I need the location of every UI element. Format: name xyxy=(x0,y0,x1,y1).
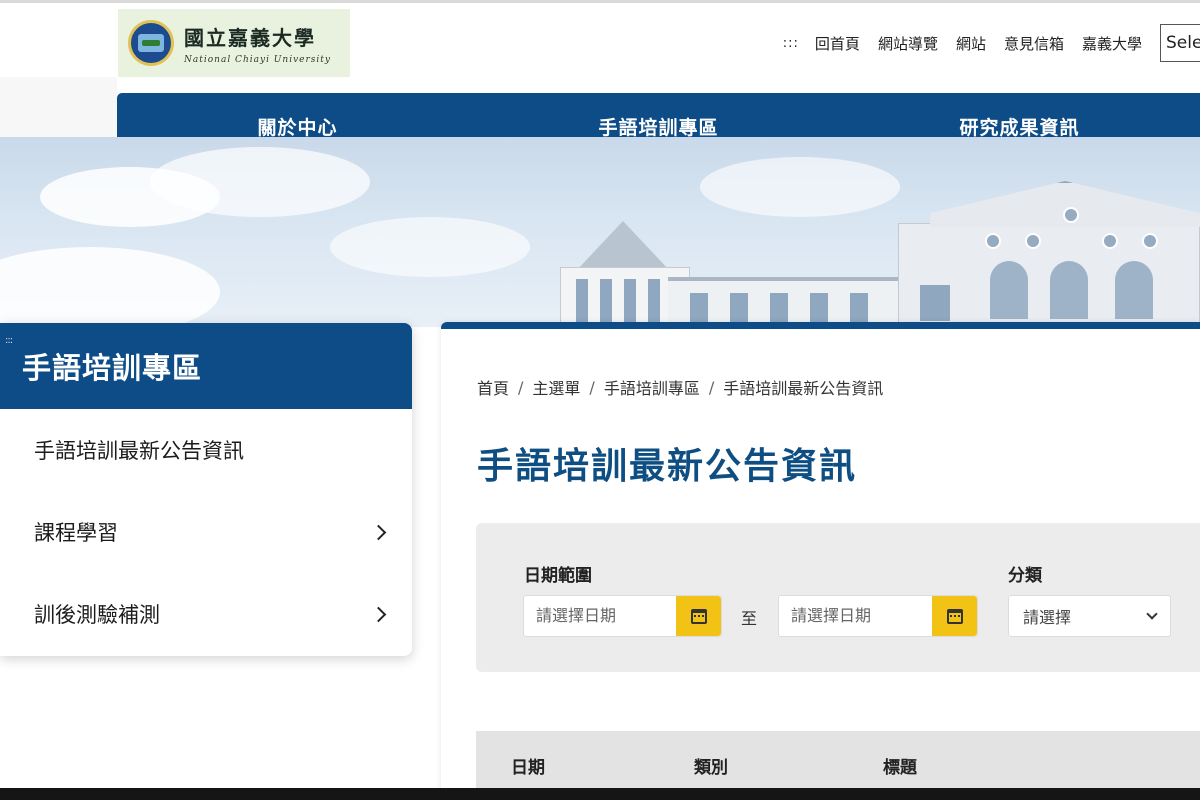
language-select[interactable]: Sele xyxy=(1160,24,1200,62)
breadcrumb: 首頁 / 主選單 / 手語培訓專區 / 手語培訓最新公告資訊 xyxy=(477,375,883,399)
top-border xyxy=(0,0,1200,3)
sidebar-item-course-learning[interactable]: 課程學習 xyxy=(0,491,412,573)
bottom-bar xyxy=(0,788,1200,800)
sidebar-item-post-training-retest[interactable]: 訓後測驗補測 xyxy=(0,573,412,655)
main-content: 首頁 / 主選單 / 手語培訓專區 / 手語培訓最新公告資訊 手語培訓最新公告資… xyxy=(441,322,1200,800)
filter-panel: 日期範圍 請選擇日期 至 請選擇日期 分類 請選擇 xyxy=(476,523,1200,672)
column-header-date: 日期 xyxy=(511,758,545,778)
sidebar-item-label: 手語培訓最新公告資訊 xyxy=(34,439,244,463)
breadcrumb-current: 手語培訓最新公告資訊 xyxy=(723,379,884,398)
page-title: 手語培訓最新公告資訊 xyxy=(477,446,858,487)
campus-banner-image xyxy=(0,137,1200,327)
header-left-strip xyxy=(0,77,117,137)
date-range-label: 日期範圍 xyxy=(524,566,592,586)
feedback-link[interactable]: 意見信箱 xyxy=(1004,33,1064,54)
end-date-field[interactable]: 請選擇日期 xyxy=(778,595,978,637)
sidebar-item-label: 課程學習 xyxy=(34,521,118,545)
date-range-to: 至 xyxy=(741,609,758,628)
home-link[interactable]: 回首頁 xyxy=(815,33,860,54)
sidebar-title: 手語培訓專區 xyxy=(22,351,203,385)
end-date-placeholder: 請選擇日期 xyxy=(791,606,872,625)
university-emblem-icon xyxy=(128,20,174,66)
sidebar-item-label: 訓後測驗補測 xyxy=(34,603,160,627)
university-logo[interactable]: 國立嘉義大學 National Chiayi University xyxy=(118,9,350,77)
chevron-right-icon xyxy=(370,524,387,540)
start-date-calendar-button[interactable] xyxy=(676,596,721,636)
category-select-value: 請選擇 xyxy=(1023,608,1072,627)
sidebar-item-latest-announcements[interactable]: 手語培訓最新公告資訊 xyxy=(0,409,412,491)
table-header: 日期 類別 標題 xyxy=(476,731,1200,795)
chevron-down-icon xyxy=(1146,608,1158,620)
breadcrumb-section[interactable]: 手語培訓專區 xyxy=(604,375,700,399)
breadcrumb-separator: / xyxy=(589,377,595,397)
sitemap-link[interactable]: 網站導覽 xyxy=(878,33,938,54)
sidebar-accesskey[interactable]: ::: xyxy=(5,336,13,346)
accesskey-shortcut[interactable]: ::: xyxy=(783,36,799,51)
utility-nav: ::: 回首頁 網站導覽 網站 意見信箱 嘉義大學 Sele xyxy=(783,24,1200,62)
category-select[interactable]: 請選擇 xyxy=(1008,595,1171,637)
breadcrumb-separator: / xyxy=(518,377,524,397)
end-date-calendar-button[interactable] xyxy=(932,596,977,636)
breadcrumb-separator: / xyxy=(708,377,715,397)
column-header-title: 標題 xyxy=(883,758,917,778)
column-header-category: 類別 xyxy=(694,758,728,778)
university-link[interactable]: 嘉義大學 xyxy=(1082,33,1142,54)
sidebar-menu: ::: 手語培訓專區 手語培訓最新公告資訊 課程學習 訓後測驗補測 xyxy=(0,323,412,656)
calendar-icon xyxy=(690,608,707,624)
sidebar-header: ::: 手語培訓專區 xyxy=(0,323,412,409)
calendar-icon xyxy=(946,608,963,624)
start-date-field[interactable]: 請選擇日期 xyxy=(523,595,722,637)
start-date-placeholder: 請選擇日期 xyxy=(536,606,617,625)
breadcrumb-home[interactable]: 首頁 xyxy=(477,375,509,399)
logo-english-name: National Chiayi University xyxy=(184,54,331,65)
site-link[interactable]: 網站 xyxy=(956,33,986,54)
chevron-right-icon xyxy=(370,606,387,622)
logo-chinese-name: 國立嘉義大學 xyxy=(184,25,316,50)
breadcrumb-main-menu[interactable]: 主選單 xyxy=(532,375,580,399)
category-label: 分類 xyxy=(1008,566,1042,586)
